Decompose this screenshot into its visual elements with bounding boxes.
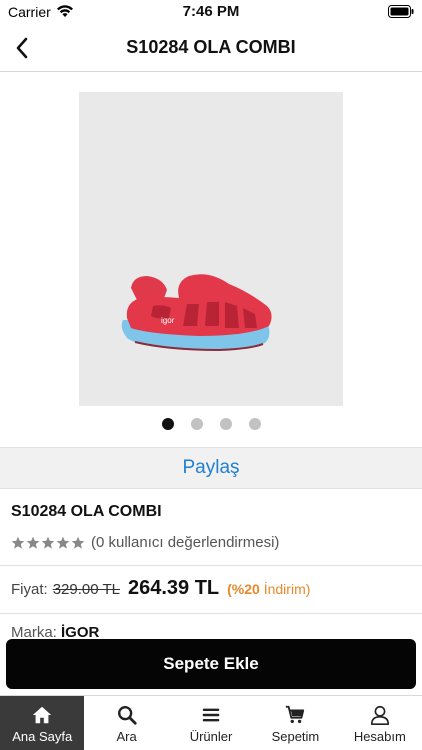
- tab-label: Ara: [116, 729, 137, 744]
- page-title: S10284 OLA COMBI: [126, 37, 296, 57]
- user-icon: [370, 705, 389, 725]
- pagination-dot[interactable]: [219, 418, 232, 430]
- rating-row[interactable]: (0 kullanıcı değerlendirmesi): [11, 534, 279, 551]
- star-rating: [11, 536, 85, 550]
- divider: [0, 613, 422, 614]
- pagination-dot[interactable]: [190, 418, 203, 430]
- status-bar: Carrier 7:46 PM: [0, 0, 422, 24]
- rating-count: (0 kullanıcı değerlendirmesi): [91, 534, 280, 551]
- search-icon: [117, 706, 137, 725]
- tab-search[interactable]: Ara: [84, 696, 168, 750]
- pagination-dot[interactable]: [248, 418, 261, 430]
- tab-cart[interactable]: Sepetim: [253, 696, 337, 750]
- pagination-dot[interactable]: [161, 418, 174, 430]
- price-label: Fiyat:: [11, 581, 48, 598]
- clock: 7:46 PM: [182, 3, 240, 20]
- discount-percent: (%20: [227, 581, 260, 597]
- tab-label: Ana Sayfa: [12, 729, 73, 744]
- tab-bar: Ana Sayfa Ara Ürünler Sepetim Hesabım: [0, 695, 422, 750]
- home-icon: [33, 706, 52, 724]
- back-button[interactable]: [6, 32, 38, 64]
- tab-label: Ürünler: [189, 729, 233, 744]
- menu-icon: [202, 708, 220, 722]
- share-button[interactable]: Paylaş: [182, 457, 239, 479]
- add-to-cart-button[interactable]: Sepete Ekle: [6, 639, 416, 689]
- discount-word: İndirim): [263, 581, 311, 597]
- star-icon: [56, 536, 70, 549]
- star-icon: [11, 536, 25, 549]
- svg-text:igor: igor: [161, 316, 175, 325]
- battery-icon: [388, 5, 414, 18]
- star-icon: [41, 536, 55, 549]
- tab-home[interactable]: Ana Sayfa: [0, 696, 85, 750]
- tab-label: Hesabım: [353, 729, 406, 744]
- share-bar: Paylaş: [0, 447, 422, 489]
- image-pagination: [0, 418, 422, 432]
- add-to-cart-label: Sepete Ekle: [163, 654, 259, 673]
- product-name: S10284 OLA COMBI: [11, 503, 162, 520]
- product-image[interactable]: igor: [79, 92, 343, 406]
- tab-label: Sepetim: [271, 729, 320, 744]
- chevron-left-icon: [16, 37, 28, 59]
- new-price: 264.39 TL: [127, 577, 220, 599]
- sandal-image: igor: [121, 274, 272, 352]
- star-icon: [26, 536, 40, 549]
- tab-account[interactable]: Hesabım: [338, 696, 422, 750]
- divider: [0, 565, 422, 566]
- discount-badge: (%20 İndirim): [227, 581, 310, 597]
- price-row: Fiyat: 329.00 TL 264.39 TL (%20 İndirim): [11, 577, 310, 600]
- old-price: 329.00 TL: [52, 581, 120, 598]
- cart-icon: [286, 705, 305, 724]
- tab-products[interactable]: Ürünler: [169, 696, 253, 750]
- star-icon: [71, 536, 85, 549]
- nav-header: S10284 OLA COMBI: [0, 24, 422, 72]
